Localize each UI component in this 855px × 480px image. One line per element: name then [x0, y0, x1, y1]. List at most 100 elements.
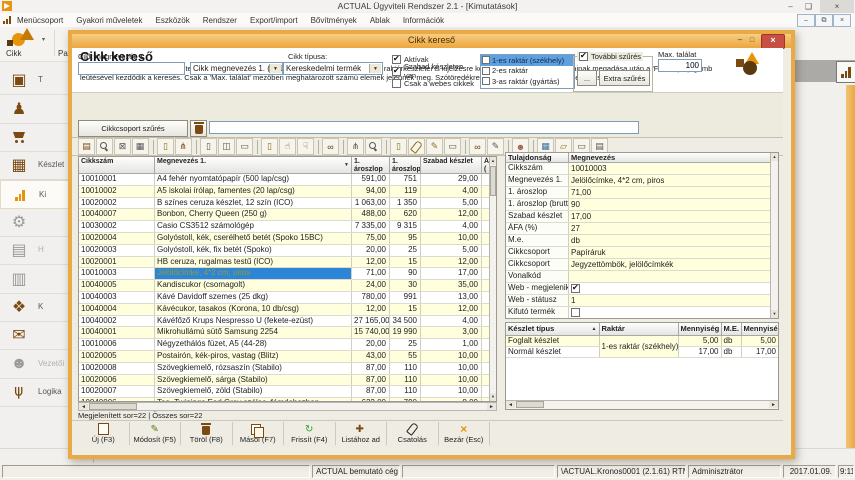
menu-item[interactable]: Export/import	[250, 16, 298, 25]
type-filter-combo[interactable]: Kereskedelmi termék▼	[283, 62, 383, 75]
warehouse-item[interactable]: 1-es raktár (székhely)	[481, 55, 574, 66]
property-row[interactable]: Cikkcsoport Jegyzettömbök, jelölőcímkék	[506, 259, 770, 271]
property-row[interactable]: Vonalkód	[506, 271, 770, 283]
scroll-right-icon[interactable]: ►	[769, 401, 778, 408]
sidebar-item-addons[interactable]: ❖K	[0, 293, 77, 322]
window-maximize-button[interactable]: ❑	[801, 0, 816, 12]
edit-button[interactable]: ✎ Módosít (F5)	[130, 422, 182, 445]
sidebar-item-safe[interactable]: ▣T	[0, 66, 77, 95]
chevron-down-icon[interactable]: ▾	[42, 36, 45, 43]
zoom-icon[interactable]	[365, 138, 382, 155]
cikkcsoport-filter-input[interactable]	[209, 121, 639, 134]
table-row[interactable]: 10040006 Tea, Twinings Earl Grey szálas,…	[79, 398, 491, 401]
webes-cikkek-checkbox[interactable]: Csak a webes cikkek	[392, 77, 477, 89]
table-row[interactable]: 10020005 Postairón, kék-piros, vastag (B…	[79, 351, 491, 363]
horizontal-scrollbar[interactable]: ◄ ►	[506, 400, 778, 409]
max-results-input[interactable]	[658, 59, 702, 72]
table-row[interactable]: 10010001 A4 fehér nyomtatópapír (500 lap…	[79, 174, 491, 186]
window-minimize-button[interactable]: –	[783, 0, 798, 12]
table-row[interactable]: 10020004 Golyóstoll, kék, cserélhető bet…	[79, 233, 491, 245]
dialog-close-button[interactable]: ×	[761, 34, 785, 49]
table-row[interactable]: 10020008 Szövegkiemelő, rózsaszín (Stabi…	[79, 363, 491, 375]
table-row[interactable]: 10040001 Mikrohullámú sütő Samsung 2254 …	[79, 327, 491, 339]
table-row[interactable]: 10020003 Golyóstoll, kék, fix betét (Spo…	[79, 245, 491, 257]
sidebar-item-manager-info[interactable]: ☻Vezetői	[0, 350, 77, 379]
copy-button[interactable]: Másol (F7)	[233, 422, 285, 445]
property-row[interactable]: Megnevezés 1. Jelölőcímke, 4*2 cm, piros	[506, 175, 770, 187]
add-to-list-button[interactable]: ✚ Listához ad	[336, 422, 388, 445]
scroll-up-icon[interactable]: ▲	[490, 157, 496, 165]
vertical-scrollbar[interactable]: ▲ ▼	[770, 153, 778, 318]
table-row[interactable]: 10040003 Kávé Davidoff szemes (25 dkg) 7…	[79, 292, 491, 304]
toolbar-icon[interactable]	[465, 140, 466, 154]
scroll-left-icon[interactable]: ◄	[79, 403, 88, 410]
menu-item[interactable]: Menücsoport	[17, 16, 63, 25]
doc-icon[interactable]: ▯	[261, 138, 278, 155]
column-header[interactable]: 1. ároszlop (bruttó)	[390, 157, 421, 174]
property-row[interactable]: Cikkszám 10010003	[506, 163, 770, 175]
sidebar-item-logic[interactable]: ⋔Logika	[0, 378, 77, 407]
dialog-maximize-button[interactable]: □	[746, 36, 758, 46]
kimutatasok-chart-icon[interactable]	[836, 61, 855, 83]
new-doc-icon[interactable]: ▯	[157, 138, 174, 155]
sidebar-item-cash-register[interactable]: ▤H	[0, 236, 77, 265]
checkbox-icon[interactable]	[482, 77, 490, 85]
warehouse-list[interactable]: 1-es raktár (székhely) 2-es raktár 3-as …	[480, 54, 575, 89]
scroll-right-icon[interactable]: ►	[487, 403, 496, 410]
delete-button[interactable]: Töröl (F8)	[181, 422, 233, 445]
mdi-minimize-button[interactable]: –	[797, 14, 815, 27]
name-filter-input[interactable]	[78, 62, 185, 75]
attach2-icon[interactable]	[408, 138, 425, 155]
menu-item[interactable]: Információk	[403, 16, 444, 25]
close-button[interactable]: × Bezár (Esc)	[439, 422, 491, 445]
table-row[interactable]: 10040007 Bonbon, Cherry Queen (250 g) 48…	[79, 209, 491, 221]
attach-button[interactable]: Csatolás	[387, 422, 439, 445]
scrollbar-thumb[interactable]	[516, 401, 544, 408]
property-row[interactable]: Szabad készlet 17,00	[506, 211, 770, 223]
card-icon[interactable]: ▭	[236, 138, 253, 155]
warehouse-item[interactable]: 2-es raktár	[481, 66, 574, 77]
property-row[interactable]: 1. ároszlop (bruttó) 90	[506, 199, 770, 211]
property-row[interactable]: Web - státusz 1	[506, 295, 770, 307]
tree-filter-icon[interactable]: ⋔	[175, 138, 192, 155]
chevron-down-icon[interactable]: ▼	[369, 64, 381, 73]
dialog-minimize-button[interactable]: –	[734, 36, 746, 46]
sidebar-item-mail[interactable]: ✉	[0, 321, 77, 350]
window-close-button[interactable]: ×	[820, 0, 854, 13]
note-icon[interactable]: ▭	[444, 138, 461, 155]
columns-icon[interactable]: ▦	[132, 138, 149, 155]
property-row[interactable]: Cikkcsoport Papíráruk	[506, 247, 770, 259]
form-icon[interactable]: ▯	[200, 138, 217, 155]
checkbox-icon[interactable]	[482, 67, 490, 75]
scroll-down-icon[interactable]: ▼	[771, 310, 778, 318]
property-row[interactable]: Kifutó termék	[506, 307, 770, 318]
mdi-close-button[interactable]: ×	[833, 14, 851, 27]
binoculars-icon[interactable]: ∞	[322, 138, 339, 155]
scrollbar-thumb[interactable]	[89, 403, 137, 410]
property-row[interactable]: M.e. db	[506, 235, 770, 247]
column-header[interactable]: Szabad készlet	[421, 157, 482, 174]
checkbox-icon[interactable]	[482, 56, 490, 64]
hand-up-icon[interactable]: ☝	[279, 138, 296, 155]
column-header[interactable]: 1. ároszlop	[352, 157, 390, 174]
table-row[interactable]: 10010006 Négyzethálós füzet, A5 (44-28) …	[79, 339, 491, 351]
pencil2-icon[interactable]: ✎	[487, 138, 504, 155]
table-row[interactable]: 10010002 A5 iskolai írólap, famentes (20…	[79, 186, 491, 198]
dialog-titlebar[interactable]: Cikk kereső – □ ×	[72, 34, 791, 48]
chart-card-icon[interactable]: ◫	[218, 138, 235, 155]
menu-item[interactable]: Bővítmények	[311, 16, 357, 25]
warehouse-item[interactable]: 3-as raktár (gyártás)	[481, 76, 574, 87]
szabad-keszleten-checkbox[interactable]: Szabad készleten van	[392, 65, 477, 77]
menu-item[interactable]: Gyakori műveletek	[76, 16, 142, 25]
menu-item[interactable]: Eszközök	[156, 16, 190, 25]
doc2-icon[interactable]: ▯	[390, 138, 407, 155]
stock-row[interactable]: Foglalt készlet 1-es raktár (székhely) 5…	[506, 335, 778, 346]
menu-item[interactable]: Ablak	[370, 16, 390, 25]
hand-down-icon[interactable]: ☟	[297, 138, 314, 155]
eyes-icon[interactable]: ∞	[469, 138, 486, 155]
table-row[interactable]: 10030002 Casio CS3512 számológép 7 335,0…	[79, 221, 491, 233]
more-filter-toggle[interactable]: További szűrés	[577, 52, 643, 61]
property-row[interactable]: ÁFA (%) 27	[506, 223, 770, 235]
extra-filter-button[interactable]: Extra szűrés	[599, 70, 650, 86]
scroll-left-icon[interactable]: ◄	[506, 401, 515, 408]
